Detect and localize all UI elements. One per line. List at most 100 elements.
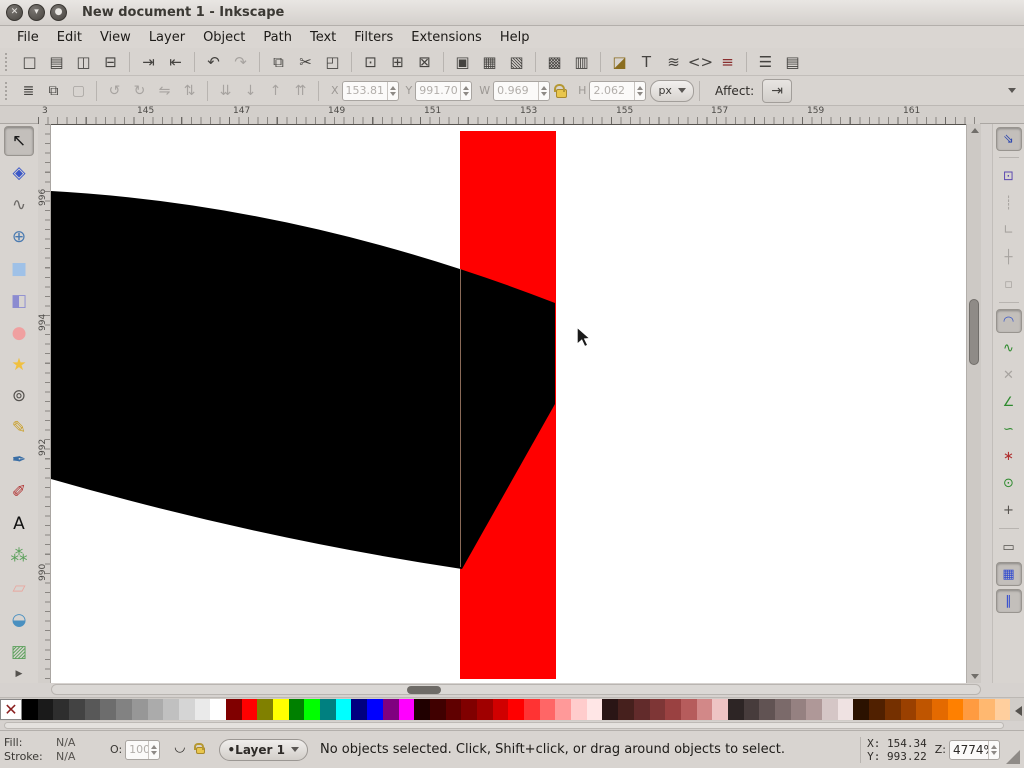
palette-swatch[interactable] bbox=[822, 699, 838, 720]
opacity-field[interactable]: 100 bbox=[125, 740, 160, 760]
titlebar[interactable]: ✕▾●New document 1 - Inkscape bbox=[0, 0, 1024, 26]
palette-swatch[interactable] bbox=[602, 699, 618, 720]
palette-swatch[interactable] bbox=[399, 699, 415, 720]
export-bitmap-button[interactable]: ⇤ bbox=[162, 50, 189, 74]
palette-swatch[interactable] bbox=[304, 699, 320, 720]
palette-swatch[interactable] bbox=[179, 699, 195, 720]
fill-stroke-indicator[interactable]: Fill: N/A Stroke: N/A bbox=[4, 736, 96, 764]
paint-bucket-tool[interactable]: ◒ bbox=[4, 605, 34, 635]
ungroup-objects-button[interactable]: ▥ bbox=[568, 50, 595, 74]
lock-ratio-icon[interactable] bbox=[556, 89, 567, 98]
spinner-down-icon[interactable] bbox=[991, 751, 997, 755]
palette-swatch[interactable] bbox=[759, 699, 775, 720]
xml-editor-button[interactable]: <> bbox=[687, 50, 714, 74]
menu-file[interactable]: File bbox=[8, 28, 48, 47]
layer-lock-icon[interactable] bbox=[196, 747, 205, 754]
horizontal-scrollbar-thumb[interactable] bbox=[407, 686, 441, 694]
fill-and-stroke-dialog-button[interactable]: ◪ bbox=[606, 50, 633, 74]
y-spinner[interactable] bbox=[460, 82, 471, 100]
palette-swatch[interactable] bbox=[728, 699, 744, 720]
window-resize-grip[interactable] bbox=[1006, 750, 1020, 764]
bezier-pen-tool[interactable]: ✒ bbox=[4, 445, 34, 475]
vertical-ruler[interactable]: 996994992990988 bbox=[38, 124, 51, 683]
menu-path[interactable]: Path bbox=[254, 28, 301, 47]
palette-swatch[interactable] bbox=[885, 699, 901, 720]
toolbar-drag-handle[interactable] bbox=[5, 53, 13, 71]
menu-help[interactable]: Help bbox=[491, 28, 539, 47]
h-field[interactable]: 2.062 bbox=[589, 81, 646, 101]
snap-grids-button[interactable]: ▦ bbox=[996, 562, 1022, 586]
palette-swatch[interactable] bbox=[163, 699, 179, 720]
eraser-tool[interactable]: ▱ bbox=[4, 573, 34, 603]
snap-guides-button[interactable]: ∥ bbox=[996, 589, 1022, 613]
unlink-clone-button[interactable]: ▧ bbox=[503, 50, 530, 74]
y-field[interactable]: 991.70 bbox=[415, 81, 472, 101]
zoom-to-drawing-button[interactable]: ⊞ bbox=[384, 50, 411, 74]
palette-swatch[interactable] bbox=[289, 699, 305, 720]
palette-swatch[interactable] bbox=[461, 699, 477, 720]
star-tool[interactable]: ★ bbox=[4, 350, 34, 380]
copy-button[interactable]: ⧉ bbox=[265, 50, 292, 74]
node-editor-tool[interactable]: ◈ bbox=[4, 158, 34, 188]
pencil-tool[interactable]: ✎ bbox=[4, 413, 34, 443]
select-all-button[interactable]: ≣ bbox=[16, 79, 41, 103]
layer-visibility-icon[interactable]: ◡ bbox=[174, 740, 185, 755]
spinner-down-icon[interactable] bbox=[463, 92, 469, 96]
duplicate-button[interactable]: ▣ bbox=[449, 50, 476, 74]
snap-line-midpoints-button[interactable]: ∗ bbox=[996, 444, 1022, 468]
palette-swatch[interactable] bbox=[932, 699, 948, 720]
palette-swatch[interactable] bbox=[995, 699, 1011, 720]
palette-swatch[interactable] bbox=[838, 699, 854, 720]
spinner-down-icon[interactable] bbox=[390, 92, 396, 96]
x-field[interactable]: 153.81 bbox=[342, 81, 399, 101]
palette-swatch[interactable] bbox=[446, 699, 462, 720]
palette-swatch[interactable] bbox=[948, 699, 964, 720]
rectangle-tool[interactable]: ■ bbox=[4, 254, 34, 284]
maximize-icon[interactable]: ● bbox=[50, 4, 67, 21]
canvas[interactable] bbox=[51, 124, 966, 683]
close-icon[interactable]: ✕ bbox=[6, 4, 23, 21]
text-dialog-button[interactable]: T bbox=[633, 50, 660, 74]
snap-cusp-nodes-button[interactable]: ∠ bbox=[996, 390, 1022, 414]
spinner-up-icon[interactable] bbox=[541, 86, 547, 90]
new-document-button[interactable]: □ bbox=[16, 50, 43, 74]
minimize-icon[interactable]: ▾ bbox=[28, 4, 45, 21]
palette-swatch[interactable] bbox=[791, 699, 807, 720]
palette-swatch[interactable] bbox=[210, 699, 226, 720]
paste-button[interactable]: ◰ bbox=[319, 50, 346, 74]
palette-menu-icon[interactable] bbox=[1015, 706, 1022, 716]
group-objects-button[interactable]: ▩ bbox=[541, 50, 568, 74]
tweak-tool[interactable]: ∿ bbox=[4, 190, 34, 220]
zoom-spinner[interactable] bbox=[988, 741, 999, 759]
scroll-up-icon[interactable] bbox=[971, 128, 979, 133]
menu-layer[interactable]: Layer bbox=[140, 28, 194, 47]
snap-rotation-centers-button[interactable]: + bbox=[996, 498, 1022, 522]
ellipse-tool[interactable]: ● bbox=[4, 318, 34, 348]
palette-swatch[interactable] bbox=[869, 699, 885, 720]
spinner-down-icon[interactable] bbox=[637, 92, 643, 96]
palette-swatch[interactable] bbox=[195, 699, 211, 720]
snap-nodes-button[interactable]: ◠ bbox=[996, 309, 1022, 333]
spinner-up-icon[interactable] bbox=[151, 745, 157, 749]
palette-swatch[interactable] bbox=[414, 699, 430, 720]
snap-page-border-button[interactable]: ▭ bbox=[996, 535, 1022, 559]
menu-object[interactable]: Object bbox=[194, 28, 254, 47]
snap-enable-button[interactable]: ⇘ bbox=[996, 127, 1022, 151]
palette-swatch[interactable] bbox=[493, 699, 509, 720]
palette-swatch[interactable] bbox=[540, 699, 556, 720]
snap-to-paths-button[interactable]: ∿ bbox=[996, 336, 1022, 360]
gradient-tool[interactable]: ▨ bbox=[4, 637, 34, 667]
snap-bounding-box-button[interactable]: ⊡ bbox=[996, 164, 1022, 188]
w-spinner[interactable] bbox=[538, 82, 549, 100]
layer-selector[interactable]: •Layer 1 bbox=[219, 739, 308, 761]
palette-swatch[interactable] bbox=[477, 699, 493, 720]
palette-swatch[interactable] bbox=[634, 699, 650, 720]
palette-swatch[interactable] bbox=[618, 699, 634, 720]
spinner-up-icon[interactable] bbox=[390, 86, 396, 90]
palette-swatch[interactable] bbox=[53, 699, 69, 720]
toolbar-overflow-icon[interactable] bbox=[1008, 88, 1016, 93]
palette-swatch[interactable] bbox=[775, 699, 791, 720]
palette-swatch[interactable] bbox=[100, 699, 116, 720]
affect-scale-stroke-toggle[interactable]: ⇥ bbox=[762, 79, 792, 103]
menu-edit[interactable]: Edit bbox=[48, 28, 91, 47]
